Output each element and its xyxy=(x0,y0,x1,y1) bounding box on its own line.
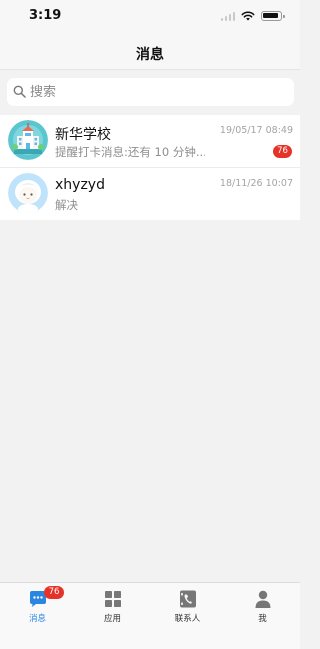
tab-label: 联系人 xyxy=(174,614,201,624)
user-face-icon xyxy=(8,173,48,213)
tab-bar: 76 消息 应用 联系人 我 xyxy=(0,582,300,626)
wifi-icon xyxy=(241,11,255,21)
status-icons xyxy=(220,11,285,21)
chat-name: 新华学校 xyxy=(55,127,111,143)
apps-grid-icon xyxy=(104,591,121,607)
chat-item-xinhua-school[interactable]: 新华学校 提醒打卡消息:还有 10 分钟... 19/05/17 08:49 7… xyxy=(0,115,300,167)
person-icon xyxy=(255,590,270,608)
tab-messages[interactable]: 76 消息 xyxy=(0,583,75,626)
status-time: 3:19 xyxy=(29,8,62,23)
chat-name: xhyzyd xyxy=(55,177,105,193)
tab-apps[interactable]: 应用 xyxy=(75,583,150,626)
chat-list: 新华学校 提醒打卡消息:还有 10 分钟... 19/05/17 08:49 7… xyxy=(0,115,300,220)
tab-label: 消息 xyxy=(28,614,46,624)
tab-label: 我 xyxy=(258,614,267,624)
chat-item-xhyzyd[interactable]: xhyzyd 解决 18/11/26 10:07 xyxy=(0,167,300,220)
page-title: 消息 xyxy=(136,47,164,63)
search-icon xyxy=(13,85,26,98)
search-box[interactable] xyxy=(7,78,294,106)
search-input[interactable] xyxy=(30,82,280,102)
chat-time: 19/05/17 08:49 xyxy=(219,125,293,136)
school-building-icon xyxy=(8,120,48,160)
contacts-phone-icon xyxy=(179,590,196,608)
search-area xyxy=(0,70,300,115)
tab-unread-badge: 76 xyxy=(44,586,64,599)
battery-icon xyxy=(261,11,285,21)
unread-badge: 76 xyxy=(273,145,292,158)
home-indicator-area xyxy=(0,626,300,649)
chat-time: 18/11/26 10:07 xyxy=(219,178,293,189)
tab-label: 应用 xyxy=(103,614,121,624)
chat-preview: 提醒打卡消息:还有 10 分钟... xyxy=(55,145,205,159)
tab-me[interactable]: 我 xyxy=(225,583,300,626)
status-bar: 3:19 xyxy=(0,0,300,32)
chat-preview: 解决 xyxy=(55,198,78,212)
signal-icon xyxy=(220,11,235,21)
tab-contacts[interactable]: 联系人 xyxy=(150,583,225,626)
navigation-bar: 消息 xyxy=(0,32,300,70)
